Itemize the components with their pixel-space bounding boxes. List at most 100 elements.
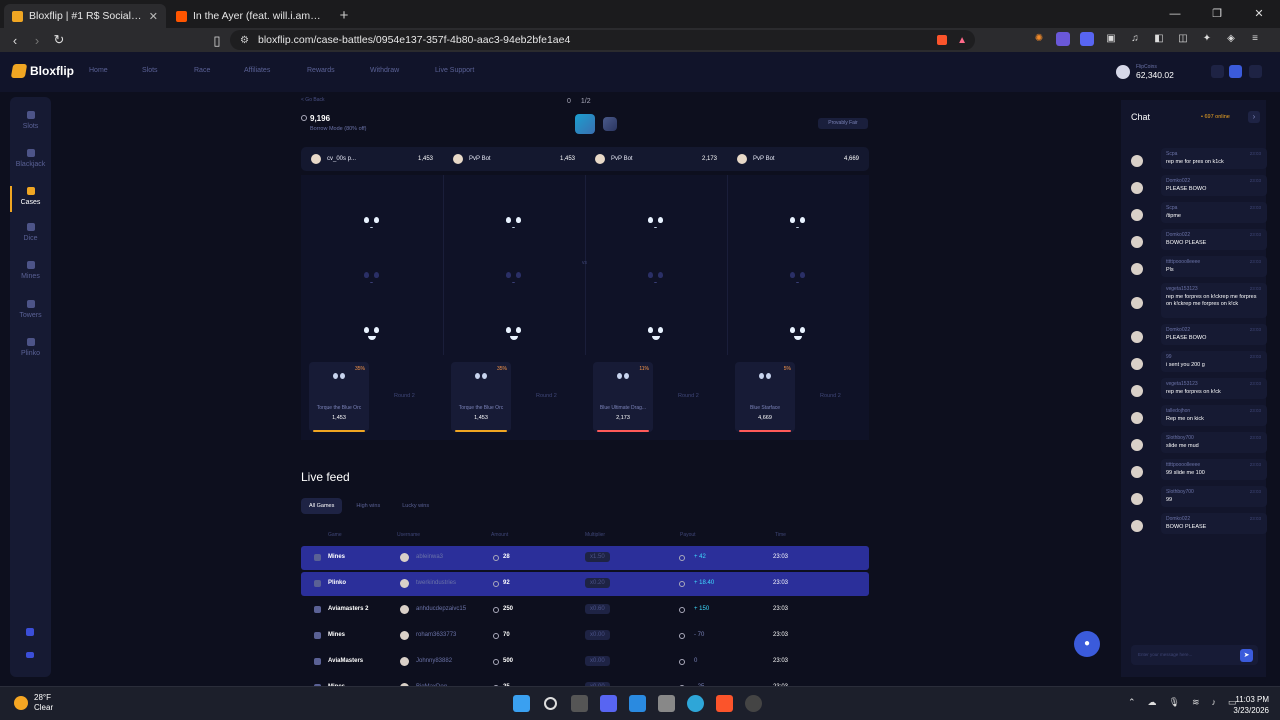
notifications-icon[interactable] [1211, 65, 1224, 78]
chat-avatar[interactable] [1131, 330, 1143, 343]
prize-card[interactable]: 35% Torque the Blue Orc 1,453 [309, 362, 369, 432]
site-info-icon[interactable]: ⚙ [240, 35, 249, 46]
wallet-icon[interactable]: ◫ [1176, 32, 1190, 46]
filter-all-games[interactable]: All Games [301, 498, 343, 514]
username[interactable]: anhducdepzaivc15 [416, 606, 466, 612]
chat-message[interactable]: 99 23:03 i sent you 200 g [1131, 351, 1267, 372]
chat-username[interactable]: 99 [1166, 354, 1262, 360]
go-back-link[interactable]: < Go Back [301, 97, 324, 103]
chat-username[interactable]: Slothboy700 [1166, 489, 1262, 495]
cloud-icon[interactable]: ☁ [1148, 697, 1157, 708]
defender-icon[interactable] [629, 695, 646, 712]
app-icon[interactable] [658, 695, 675, 712]
chat-message[interactable]: Domko022 23:03 BOWO PLEASE [1131, 229, 1267, 250]
chat-message[interactable]: Scpa 23:03 rep me for pres on k1ck [1131, 148, 1267, 169]
maximize-icon[interactable]: ❐ [1196, 0, 1238, 28]
windows-start-icon[interactable] [513, 695, 530, 712]
leo-icon[interactable]: ✦ [1200, 32, 1214, 46]
username[interactable]: ableinwa3 [416, 554, 443, 560]
feed-row[interactable]: Mines ableinwa3 28 x1.50 + 42 23:03 [301, 546, 869, 570]
bookmark-icon[interactable]: ▯ [206, 33, 228, 49]
volume-icon[interactable]: ♪ [1212, 697, 1217, 708]
nav-home[interactable]: Home [89, 67, 108, 74]
user-avatar[interactable] [1116, 65, 1130, 79]
back-icon[interactable]: ‹ [4, 33, 26, 48]
chat-username[interactable]: tttttpoooolleeee [1166, 462, 1262, 468]
chat-input[interactable]: Enter your message here... [1131, 645, 1258, 665]
extension-icon[interactable]: ▣ [1104, 32, 1118, 46]
provably-fair-button[interactable]: Provably Fair [818, 118, 868, 129]
chat-username[interactable]: tttttpoooolleeee [1166, 259, 1262, 265]
chat-username[interactable]: Domko022 [1166, 232, 1262, 238]
close-window-icon[interactable]: ✕ [1238, 0, 1280, 28]
chat-message[interactable]: Domko022 23:03 PLEASE BOWO [1131, 175, 1267, 196]
chat-avatar[interactable] [1131, 411, 1143, 424]
chat-message[interactable]: Domko022 23:03 PLEASE BOWO [1131, 324, 1267, 345]
brave-shield-icon[interactable] [937, 35, 947, 45]
address-bar[interactable]: ⚙ bloxflip.com/case-battles/0954e137-357… [230, 30, 975, 50]
username[interactable]: twerkindustries [416, 580, 456, 586]
weather-widget[interactable]: 28°F Clear [14, 693, 53, 713]
chat-avatar[interactable] [1131, 438, 1143, 451]
chat-avatar[interactable] [1131, 154, 1143, 167]
chat-message[interactable]: vegeta153123 23:03 rep me forpres on k!ck [1131, 378, 1267, 399]
browser-tab-music[interactable]: In the Ayer (feat. will.i.am) by Flo [168, 4, 330, 28]
sidebar-item-blackjack[interactable]: Blackjack [10, 149, 51, 168]
minimize-icon[interactable]: — [1154, 0, 1196, 28]
prize-card[interactable]: 5% Blue Starface 4,669 [735, 362, 795, 432]
filter-lucky-wins[interactable]: Lucky wins [394, 498, 437, 514]
chat-username[interactable]: talledojhon [1166, 408, 1262, 414]
player-slot[interactable]: PvP Bot 4,669 [727, 147, 869, 171]
chevron-up-icon[interactable]: ⌃ [1128, 697, 1136, 708]
balance-display[interactable]: FlipCoins 62,340.02 [1116, 64, 1174, 80]
menu-icon[interactable]: ≡ [1248, 32, 1262, 46]
feed-row[interactable]: Plinko twerkindustries 92 x0.20 + 18.40 23:03 [301, 572, 869, 596]
extension-icon[interactable]: ✺ [1032, 32, 1046, 46]
chat-avatar[interactable] [1131, 384, 1143, 397]
chat-avatar[interactable] [1131, 262, 1143, 275]
collapse-chat-icon[interactable]: › [1248, 111, 1260, 123]
chat-message[interactable]: vegeta153123 23:03 rep me forpres on k!ckr… [1131, 283, 1267, 318]
chat-username[interactable]: Domko022 [1166, 516, 1262, 522]
chat-avatar[interactable] [1131, 181, 1143, 194]
nav-live-support[interactable]: Live Support [435, 67, 474, 74]
chat-avatar[interactable] [1131, 519, 1143, 532]
microphone-icon[interactable]: 🎙 [1169, 697, 1180, 708]
vpn-icon[interactable]: ◈ [1224, 32, 1238, 46]
chat-username[interactable]: vegeta153123 [1166, 286, 1262, 292]
chat-avatar[interactable] [1131, 465, 1143, 478]
brave-rewards-icon[interactable]: ▲ [957, 35, 967, 46]
extension-icon[interactable] [1056, 32, 1070, 46]
app-icon[interactable] [745, 695, 762, 712]
sidebar-item-dice[interactable]: Dice [10, 223, 51, 242]
nav-withdraw[interactable]: Withdraw [370, 67, 399, 74]
search-icon[interactable] [544, 697, 557, 710]
chat-username[interactable]: Domko022 [1166, 178, 1262, 184]
chat-avatar[interactable] [1131, 357, 1143, 370]
nav-affiliates[interactable]: Affiliates [244, 67, 270, 74]
sidebar-icon[interactable]: ◧ [1152, 32, 1166, 46]
chat-username[interactable]: Domko022 [1166, 327, 1262, 333]
chat-username[interactable]: vegeta153123 [1166, 381, 1262, 387]
chat-username[interactable]: Scpa [1166, 205, 1262, 211]
discord-icon[interactable] [1080, 32, 1094, 46]
chat-avatar[interactable] [1131, 492, 1143, 505]
wifi-icon[interactable]: ≋ [1192, 697, 1200, 708]
feed-row[interactable]: AviaMasters Johnny83882 500 x0.00 0 23:03 [301, 650, 869, 674]
nav-race[interactable]: Race [194, 67, 210, 74]
close-tab-icon[interactable]: ✕ [149, 10, 158, 23]
social-icon[interactable] [26, 628, 34, 636]
chat-message[interactable]: Scpa 23:03/tipme [1131, 202, 1267, 223]
task-view-icon[interactable] [571, 695, 588, 712]
player-slot[interactable]: PvP Bot 1,453 [443, 147, 585, 171]
chat-bubble-icon[interactable]: ● [1074, 631, 1100, 657]
chat-avatar[interactable] [1131, 208, 1143, 221]
player-slot[interactable]: cv_00s p... 1,453 [301, 147, 443, 171]
username[interactable]: Johnny83882 [416, 658, 452, 664]
new-tab-button[interactable]: + [332, 4, 356, 28]
sidebar-item-plinko[interactable]: Plinko [10, 338, 51, 357]
bloxflip-logo[interactable]: Bloxflip [10, 64, 74, 78]
chat-avatar[interactable] [1131, 235, 1143, 248]
chat-message[interactable]: talledojhon 23:03 Rep me on kick [1131, 405, 1267, 426]
case-image[interactable] [603, 117, 617, 131]
